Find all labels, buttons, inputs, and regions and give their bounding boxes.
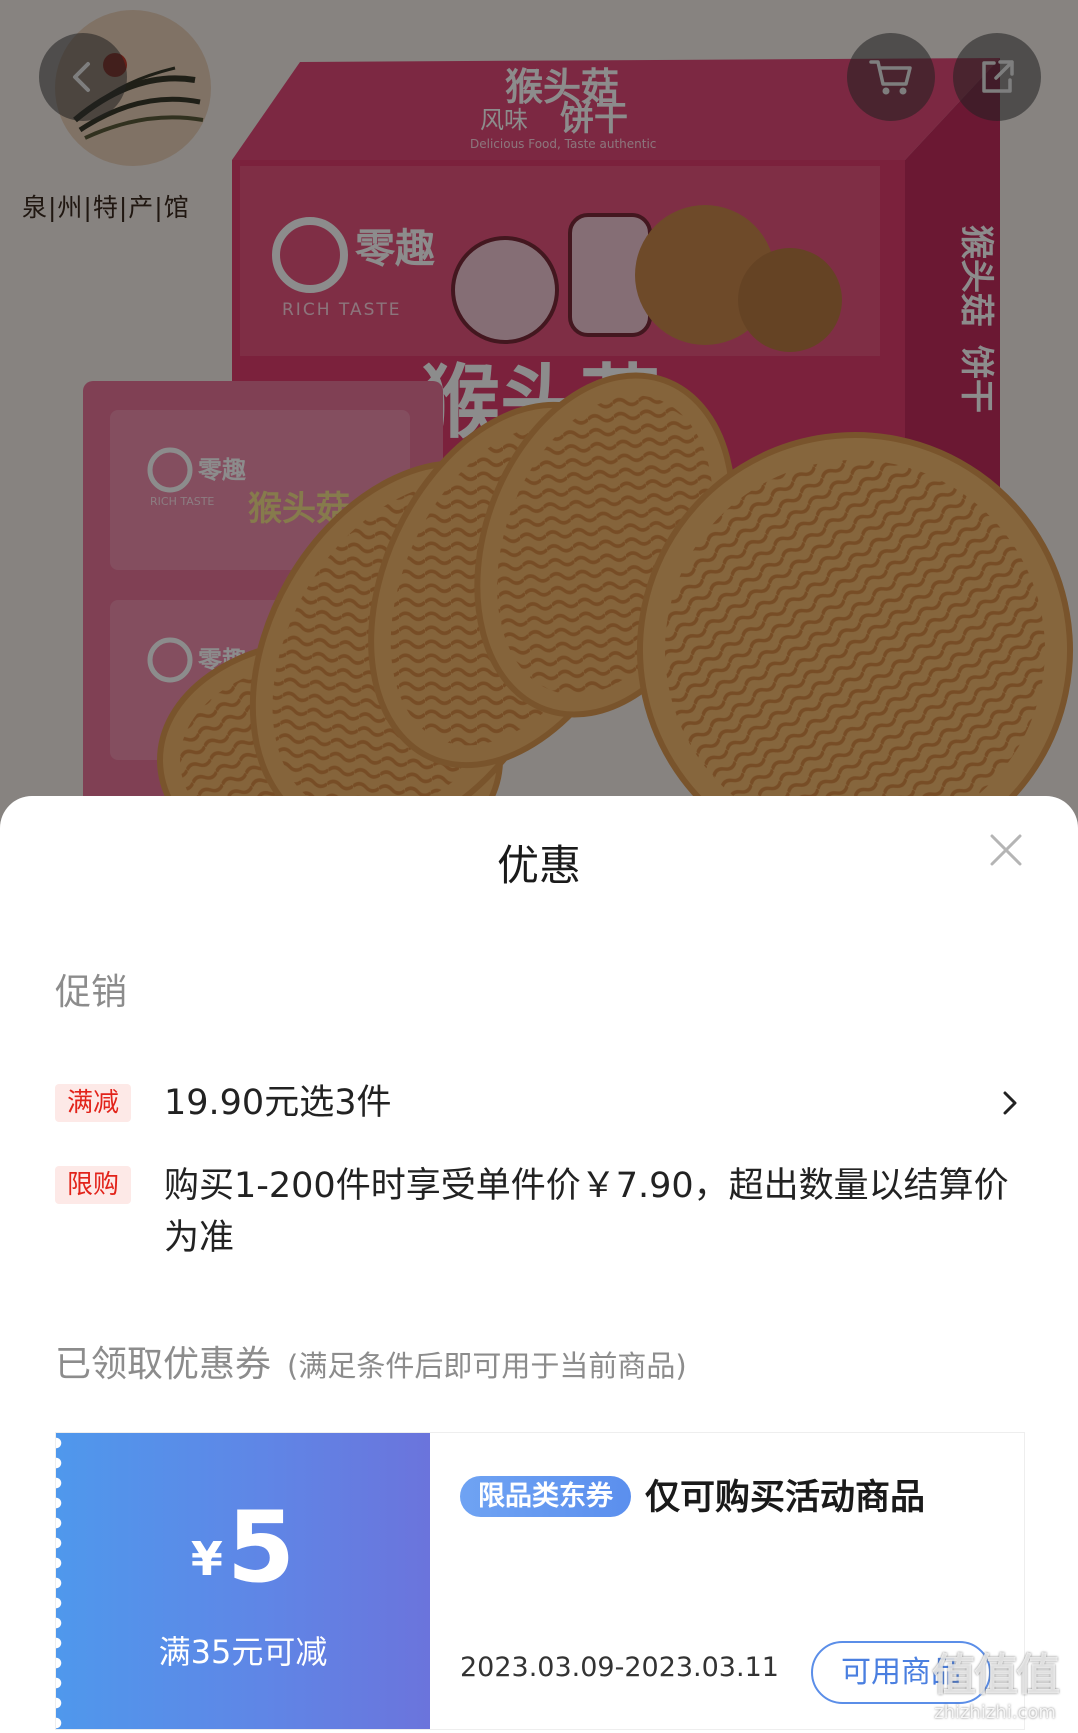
promotion-tag: 限购 bbox=[55, 1166, 131, 1204]
coupon-value-panel: ¥5 满35元可减 bbox=[56, 1433, 430, 1729]
coupon-validity: 2023.03.09-2023.03.11 bbox=[460, 1652, 779, 1683]
promotion-tag: 满减 bbox=[55, 1084, 131, 1122]
chevron-right-icon bbox=[1003, 1091, 1017, 1115]
coupon-title: 仅可购买活动商品 bbox=[645, 1478, 926, 1518]
offers-sheet: 优惠 促销 满减 19.90元选3件 限购 购买1-200件时享受单件价￥7.9… bbox=[0, 796, 1078, 1733]
eligible-products-button[interactable]: 可用商品 bbox=[811, 1641, 991, 1704]
coupon-amount: ¥5 bbox=[56, 1493, 430, 1603]
coupon-condition: 满35元可减 bbox=[158, 1633, 328, 1671]
promotion-row-limit: 限购 购买1-200件时享受单件价￥7.90，超出数量以结算价为准 bbox=[55, 1166, 1025, 1276]
coupon-title-block: 限品类东券 仅可购买活动商品 bbox=[460, 1471, 935, 1526]
coupon-amount-value: 5 bbox=[226, 1491, 296, 1605]
coupons-note: (满足条件后即可用于当前商品) bbox=[287, 1349, 687, 1383]
promotion-text: 购买1-200件时享受单件价￥7.90，超出数量以结算价为准 bbox=[164, 1166, 1009, 1258]
promotion-row-discount[interactable]: 满减 19.90元选3件 bbox=[55, 1083, 1025, 1124]
coupon-details: 限品类东券 仅可购买活动商品 2023.03.09-2023.03.11 可用商品 bbox=[430, 1433, 1024, 1729]
promotion-text: 19.90元选3件 bbox=[164, 1083, 392, 1123]
sheet-title: 优惠 bbox=[496, 841, 581, 890]
coupons-heading-row: 已领取优惠券 (满足条件后即可用于当前商品) bbox=[55, 1343, 687, 1388]
close-icon bbox=[990, 834, 1022, 866]
coupon-type-badge: 限品类东券 bbox=[460, 1476, 631, 1517]
coupon-card[interactable]: ¥5 满35元可减 限品类东券 仅可购买活动商品 2023.03.09-2023.… bbox=[55, 1432, 1025, 1730]
coupons-heading: 已领取优惠券 bbox=[55, 1344, 272, 1385]
promotion-heading: 促销 bbox=[55, 972, 128, 1013]
close-button[interactable] bbox=[988, 832, 1024, 868]
coupon-currency: ¥ bbox=[190, 1532, 223, 1586]
